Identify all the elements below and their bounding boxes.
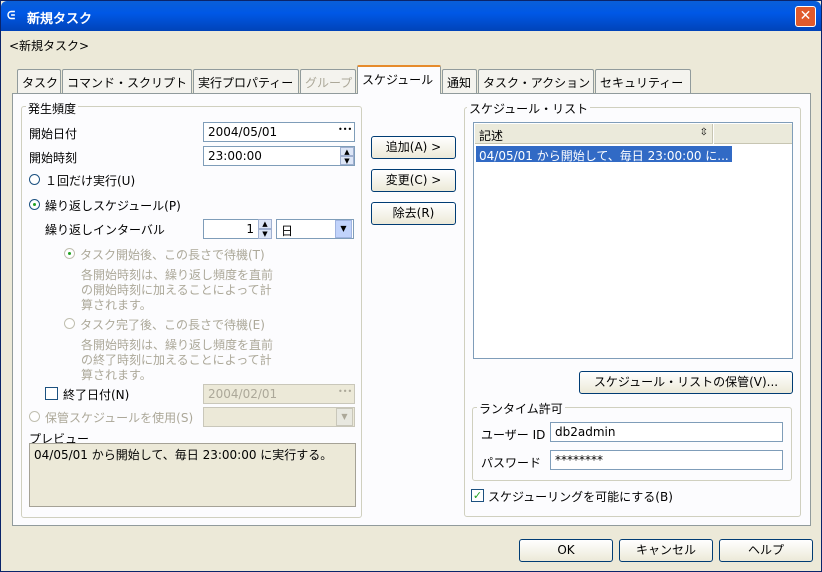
interval-label: 繰り返しインターバル xyxy=(45,223,165,237)
title-bar: ᕮ 新規タスク ✕ xyxy=(1,1,821,31)
column-header-label: 記述 xyxy=(479,129,504,143)
list-item[interactable]: 04/05/01 から開始して、毎日 23:00:00 に... xyxy=(476,146,732,163)
remove-button[interactable]: 除去(R) xyxy=(371,202,456,225)
preview-text: 04/05/01 から開始して、毎日 23:00:00 に実行する。 xyxy=(34,448,333,462)
sort-icon: ⇳ xyxy=(699,127,708,138)
interval-field[interactable]: 1 xyxy=(203,219,259,239)
interval-down-icon[interactable]: ▼ xyxy=(258,229,272,239)
time-up-icon[interactable]: ▲ xyxy=(340,147,354,156)
start-date-value: 2004/05/01 xyxy=(208,125,278,139)
saved-schedule-select xyxy=(203,407,355,427)
tab-task-action[interactable]: タスク・アクション xyxy=(478,69,594,93)
task-name-label: <新規タスク> xyxy=(9,39,90,53)
after-start-label: タスク開始後、この長さで待機(T) xyxy=(80,248,265,262)
tab-command-script[interactable]: コマンド・スクリプト xyxy=(62,69,192,93)
tab-group: グループ xyxy=(300,69,356,93)
user-id-value: db2admin xyxy=(555,425,616,439)
interval-unit-value: 日 xyxy=(281,224,294,238)
saved-schedule-label: 保管スケジュールを使用(S) xyxy=(45,411,194,425)
add-button[interactable]: 追加(A) > xyxy=(371,136,456,159)
after-start-desc-3: 算されます。 xyxy=(81,298,152,312)
saved-schedule-radio xyxy=(29,411,40,422)
repeat-label: 繰り返しスケジュール(P) xyxy=(45,199,181,213)
ok-button[interactable]: OK xyxy=(519,539,613,562)
window-title: 新規タスク xyxy=(27,12,93,27)
after-end-radio xyxy=(64,318,75,329)
help-button[interactable]: ヘルプ xyxy=(719,539,813,562)
interval-unit-dropdown-icon[interactable]: ▼ xyxy=(335,220,352,238)
end-date-field: 2004/02/01 xyxy=(203,384,355,404)
after-end-label: タスク完了後、この長さで待機(E) xyxy=(80,318,265,332)
preview-box: 04/05/01 から開始して、毎日 23:00:00 に実行する。 xyxy=(29,443,356,507)
start-date-field[interactable]: 2004/05/01 xyxy=(203,122,355,142)
tab-security[interactable]: セキュリティー xyxy=(595,69,691,93)
tab-task[interactable]: タスク xyxy=(17,69,61,93)
saved-schedule-dropdown-icon: ▼ xyxy=(336,408,353,426)
column-header-description[interactable]: 記述 ⇳ xyxy=(475,124,713,144)
app-icon: ᕮ xyxy=(7,9,16,22)
after-start-radio xyxy=(64,248,75,259)
user-id-label: ユーザー ID xyxy=(481,428,546,442)
start-date-label: 開始日付 xyxy=(29,127,78,141)
schedule-list-label: スケジュール・リスト xyxy=(467,100,591,117)
enable-scheduling-label: スケジューリングを可能にする(B) xyxy=(488,490,673,504)
password-value: ******** xyxy=(555,453,603,467)
after-end-desc-3: 算されます。 xyxy=(81,368,152,382)
save-schedule-list-button[interactable]: スケジュール・リストの保管(V)... xyxy=(579,371,793,394)
date-picker-button[interactable]: ••• xyxy=(338,125,352,134)
close-button[interactable]: ✕ xyxy=(795,6,816,27)
cancel-button[interactable]: キャンセル xyxy=(619,539,713,562)
start-time-field[interactable]: 23:00:00 xyxy=(203,146,355,166)
runtime-group-label: ランタイム許可 xyxy=(477,400,565,417)
frequency-group-label: 発生頻度 xyxy=(26,100,79,117)
once-radio[interactable] xyxy=(29,174,40,185)
password-field[interactable]: ******** xyxy=(550,450,783,470)
start-time-value: 23:00:00 xyxy=(208,149,262,163)
end-date-checkbox[interactable] xyxy=(45,387,58,400)
time-down-icon[interactable]: ▼ xyxy=(340,156,354,165)
tab-run-properties[interactable]: 実行プロパティー xyxy=(193,69,299,93)
change-button[interactable]: 変更(C) > xyxy=(371,169,456,192)
interval-value: 1 xyxy=(246,222,254,236)
dialog-window: ᕮ 新規タスク ✕ <新規タスク> タスク コマンド・スクリプト 実行プロパティ… xyxy=(0,0,822,572)
start-time-label: 開始時刻 xyxy=(29,151,78,165)
end-date-picker-button: ••• xyxy=(338,387,353,396)
once-label: １回だけ実行(U) xyxy=(45,174,136,188)
column-header-empty xyxy=(714,124,792,144)
password-label: パスワード xyxy=(481,456,542,470)
tab-notification[interactable]: 通知 xyxy=(442,69,477,93)
end-date-value: 2004/02/01 xyxy=(208,387,278,401)
user-id-field[interactable]: db2admin xyxy=(550,422,783,442)
tab-schedule[interactable]: スケジュール xyxy=(357,65,441,94)
end-date-label: 終了日付(N) xyxy=(63,388,130,402)
interval-up-icon[interactable]: ▲ xyxy=(258,219,272,229)
enable-scheduling-checkbox[interactable]: ✓ xyxy=(471,489,484,502)
repeat-radio[interactable] xyxy=(29,199,40,210)
schedule-list[interactable]: 記述 ⇳ 04/05/01 から開始して、毎日 23:00:00 に... xyxy=(473,122,793,359)
